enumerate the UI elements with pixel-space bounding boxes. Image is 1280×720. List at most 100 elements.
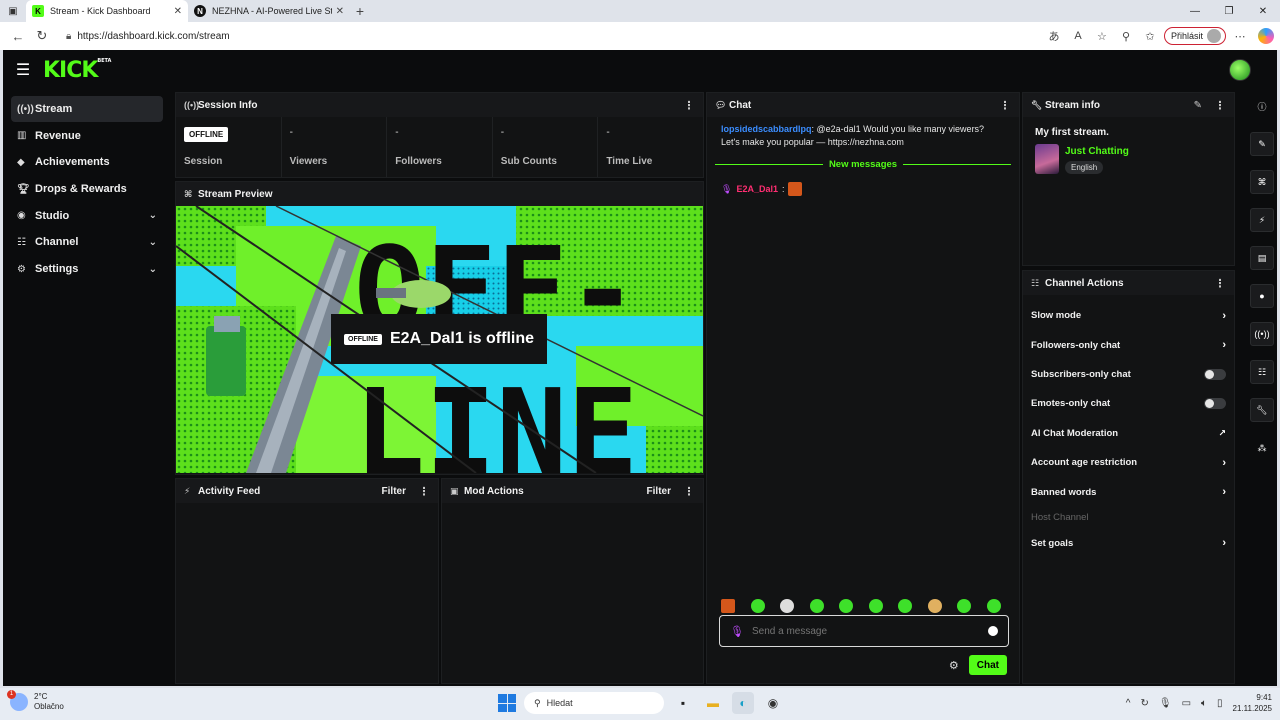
signin-button[interactable]: Přihlásit xyxy=(1163,27,1226,45)
close-tab-icon[interactable]: ✕ xyxy=(336,6,344,17)
session-cell-session: OFFLINE Session xyxy=(176,117,282,177)
chat-username[interactable]: lopsidedscabbardlpq xyxy=(721,124,812,134)
action-set-goals[interactable]: Set goals › xyxy=(1023,529,1234,558)
chat-input-box[interactable]: 🎙︎ xyxy=(719,615,1009,647)
emote-icon[interactable] xyxy=(927,599,942,613)
browser-tab-kick[interactable]: K Stream - Kick Dashboard ✕ xyxy=(26,0,188,22)
preview-icon[interactable]: ⌘ xyxy=(1250,170,1274,194)
maximize-icon[interactable]: ❐ xyxy=(1212,0,1246,22)
wrench-icon[interactable]: 🔧︎ xyxy=(1250,398,1274,422)
emote-icon[interactable] xyxy=(839,599,853,613)
action-banned-words[interactable]: Banned words › xyxy=(1023,477,1234,506)
channel-icon[interactable]: ☷ xyxy=(1250,360,1274,384)
emote-icon[interactable] xyxy=(721,599,735,613)
translate-icon[interactable]: あ xyxy=(1044,24,1064,48)
emote-icon[interactable] xyxy=(809,599,824,613)
favorites-icon[interactable]: ✩ xyxy=(1140,24,1160,48)
tab-actions-icon[interactable]: ▣ xyxy=(0,0,26,22)
offline-preview-image[interactable]: OFF- LINE OFFLINE E2A_Dal1 is offline xyxy=(176,206,703,473)
new-tab-button[interactable]: + xyxy=(350,3,370,19)
more-vertical-icon[interactable]: ⋮ xyxy=(418,485,430,498)
chevron-down-icon: ⌄ xyxy=(148,236,157,248)
volume-icon[interactable]: 🔈︎ xyxy=(1201,698,1207,709)
read-aloud-icon[interactable]: A xyxy=(1068,24,1088,48)
action-followers-only[interactable]: Followers-only chat › xyxy=(1023,330,1234,359)
url-field[interactable]: 🔒︎ https://dashboard.kick.com/stream xyxy=(60,25,1038,47)
extensions-icon[interactable]: ⚲ xyxy=(1116,24,1136,48)
emote-icon[interactable] xyxy=(957,599,971,613)
more-vertical-icon[interactable]: ⋮ xyxy=(683,485,695,498)
more-vertical-icon[interactable]: ⋮ xyxy=(1214,99,1226,112)
weather-widget[interactable]: 1 2°C Oblačno xyxy=(7,690,64,712)
art-text-line: LINE xyxy=(354,363,638,473)
pencil-icon[interactable]: ✎ xyxy=(1194,100,1202,111)
chat-bubble-icon[interactable]: ● xyxy=(1250,284,1274,308)
nav-item-drops[interactable]: 🏆︎ Drops & Rewards xyxy=(11,176,163,202)
clock[interactable]: 9:41 21.11.2025 xyxy=(1233,692,1272,714)
more-vertical-icon[interactable]: ⋮ xyxy=(683,99,695,112)
nav-item-settings[interactable]: ⚙ Settings ⌄ xyxy=(11,256,163,282)
browser-tab-nezhna[interactable]: N NEZHNA - AI-Powered Live Strea ✕ xyxy=(188,0,350,22)
display-icon[interactable]: ▭ xyxy=(1182,698,1191,709)
windows-start-icon[interactable] xyxy=(498,694,516,712)
app-icon[interactable]: ◉ xyxy=(762,692,784,714)
nav-label: Achievements xyxy=(35,156,110,169)
action-account-age[interactable]: Account age restriction › xyxy=(1023,448,1234,477)
emote-icon[interactable] xyxy=(750,599,765,613)
nav-item-revenue[interactable]: ▥ Revenue xyxy=(11,123,163,149)
emote-icon[interactable] xyxy=(986,599,1001,613)
emoji-picker-icon[interactable] xyxy=(988,626,998,636)
close-tab-icon[interactable]: ✕ xyxy=(174,6,182,17)
refresh-icon[interactable]: ↻ xyxy=(30,24,54,48)
more-icon[interactable]: ⋯ xyxy=(1230,24,1250,48)
sync-icon[interactable]: ↻ xyxy=(1140,698,1148,709)
more-vertical-icon[interactable]: ⋮ xyxy=(1214,277,1226,290)
emote-icon[interactable] xyxy=(898,599,912,613)
url-text: https://dashboard.kick.com/stream xyxy=(77,30,230,42)
chat-username[interactable]: E2A_Dal1 xyxy=(736,184,778,194)
category-name[interactable]: Just Chatting xyxy=(1065,146,1129,157)
kick-logo[interactable]: KICK BETA xyxy=(43,58,111,83)
new-messages-divider[interactable]: New messages xyxy=(715,159,1011,170)
lightning-icon[interactable]: ⚡︎ xyxy=(1250,208,1274,232)
channel-icon: ☷ xyxy=(17,236,26,248)
emotes-only-toggle[interactable] xyxy=(1204,398,1226,410)
chat-settings-icon[interactable]: ⚙ xyxy=(949,659,959,672)
chevron-up-icon[interactable]: ^ xyxy=(1126,698,1131,709)
filter-button[interactable]: Filter xyxy=(647,486,671,497)
notes-icon[interactable]: ▤ xyxy=(1250,246,1274,270)
mic-icon[interactable]: 🎙︎ xyxy=(1159,698,1172,709)
subscribers-only-toggle[interactable] xyxy=(1204,368,1226,380)
nav-item-channel[interactable]: ☷ Channel ⌄ xyxy=(11,229,163,255)
more-vertical-icon[interactable]: ⋮ xyxy=(999,99,1011,112)
channel-actions-panel: ☷ Channel Actions ⋮ Slow mode › Follower… xyxy=(1022,270,1235,684)
chat-message-input[interactable] xyxy=(751,625,980,637)
nav-item-studio[interactable]: ◉ Studio ⌄ xyxy=(11,203,163,229)
emote-icon[interactable] xyxy=(868,599,883,613)
minimize-icon[interactable]: — xyxy=(1178,0,1212,22)
task-view-icon[interactable]: ▪ xyxy=(672,692,694,714)
info-icon[interactable]: ⓘ xyxy=(1250,94,1274,118)
user-avatar[interactable] xyxy=(1229,59,1251,81)
nav-item-achievements[interactable]: ◆ Achievements xyxy=(11,149,163,175)
filter-button[interactable]: Filter xyxy=(382,486,406,497)
broadcast-icon[interactable]: ((•)) xyxy=(1250,322,1274,346)
widgets-icon[interactable]: ⁂ xyxy=(1250,436,1274,460)
copilot-icon[interactable] xyxy=(1258,28,1274,44)
edit-icon[interactable]: ✎ xyxy=(1250,132,1274,156)
taskbar-search[interactable]: ⚲ Hledat xyxy=(524,692,664,714)
language-tag: English xyxy=(1065,161,1104,174)
action-ai-moderation[interactable]: AI Chat Moderation ↗ xyxy=(1023,419,1234,448)
close-window-icon[interactable]: ✕ xyxy=(1246,0,1280,22)
back-icon[interactable]: ← xyxy=(6,24,30,48)
battery-icon[interactable]: ▯ xyxy=(1217,698,1223,709)
chat-send-button[interactable]: Chat xyxy=(968,655,1007,675)
menu-icon[interactable]: ☰ xyxy=(3,60,43,80)
file-explorer-icon[interactable]: ▬ xyxy=(702,692,724,714)
nav-label: Stream xyxy=(35,103,73,115)
nav-item-stream[interactable]: ((•)) Stream xyxy=(11,96,163,122)
action-slow-mode[interactable]: Slow mode › xyxy=(1023,301,1234,330)
emote-icon[interactable] xyxy=(780,599,794,613)
edge-browser-icon[interactable]: ◐ xyxy=(732,692,754,714)
favorite-star-icon[interactable]: ☆ xyxy=(1092,24,1112,48)
